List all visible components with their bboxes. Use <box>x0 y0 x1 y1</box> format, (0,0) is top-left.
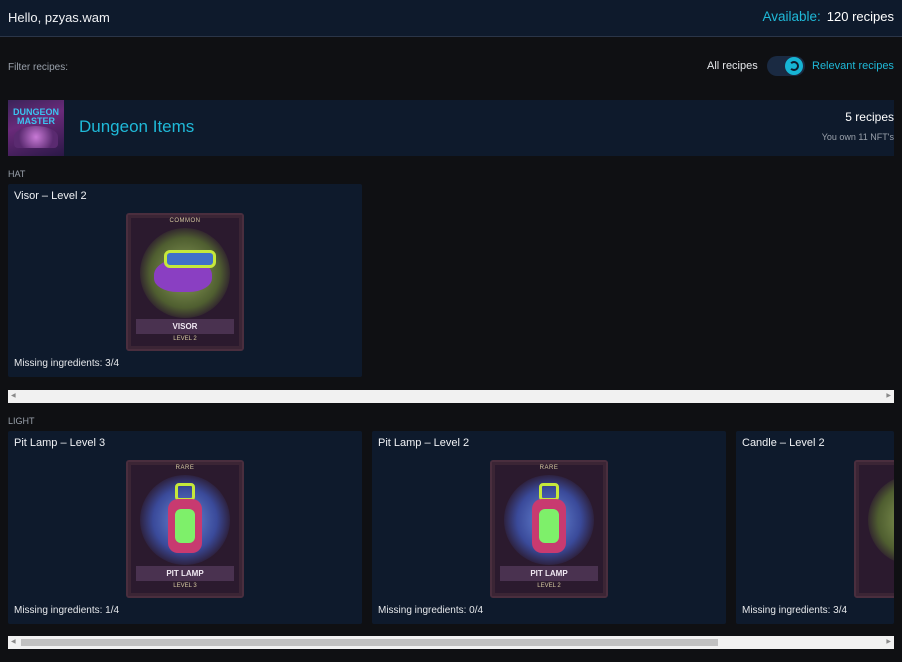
collection-recipe-count: 5 recipes <box>845 110 894 124</box>
recipe-title: Visor – Level 2 <box>14 190 87 202</box>
nft-card-image: COMMON VISOR LEVEL 2 <box>126 213 244 351</box>
nft-name: VISOR <box>136 319 234 334</box>
collection-owned-count: You own 11 NFT's <box>821 132 894 142</box>
nft-card-image: RARE PIT LAMP LEVEL 2 <box>490 460 608 598</box>
recipe-card-pit-lamp-3[interactable]: Pit Lamp – Level 3 RARE PIT LAMP LEVEL 3… <box>8 431 362 624</box>
nft-card-image <box>854 460 894 598</box>
nft-card-image: RARE PIT LAMP LEVEL 3 <box>126 460 244 598</box>
recipe-card-candle[interactable]: Candle – Level 2 Missing ingredients: 3/… <box>736 431 894 624</box>
filter-option-relevant[interactable]: Relevant recipes <box>812 60 894 72</box>
greeting-text: Hello, pzyas.wam <box>8 10 110 25</box>
nft-name: PIT LAMP <box>136 566 234 581</box>
nft-rarity: RARE <box>175 465 195 471</box>
nft-level: LEVEL 2 <box>173 336 197 342</box>
arrow-right-icon[interactable]: ▶ <box>886 393 891 400</box>
arrow-right-icon[interactable]: ▶ <box>886 639 891 646</box>
collection-title: Dungeon Items <box>79 117 195 136</box>
nft-rarity: RARE <box>539 465 559 471</box>
swirl-icon <box>785 57 803 75</box>
filter-toggle[interactable] <box>767 56 805 76</box>
recipe-card-visor[interactable]: Visor – Level 2 COMMON VISOR LEVEL 2 Mis… <box>8 184 362 377</box>
missing-ingredients: Missing ingredients: 3/4 <box>742 605 848 616</box>
available-count: 120 recipes <box>826 9 894 24</box>
scrollbar-thumb[interactable] <box>21 639 718 646</box>
missing-ingredients: Missing ingredients: 1/4 <box>14 605 120 616</box>
recipe-title: Pit Lamp – Level 3 <box>14 437 106 449</box>
visor-art <box>140 228 230 318</box>
collection-thumbnail: DUNGEON MASTER <box>8 100 64 156</box>
nft-name: PIT LAMP <box>500 566 598 581</box>
recipe-title: Candle – Level 2 <box>742 437 825 449</box>
category-label-light: LIGHT <box>8 416 35 426</box>
missing-ingredients: Missing ingredients: 3/4 <box>14 358 120 369</box>
light-scrollbar[interactable]: ◀ ▶ <box>8 636 894 649</box>
category-label-hat: HAT <box>8 169 26 179</box>
nft-level: LEVEL 3 <box>173 583 197 589</box>
nft-rarity: COMMON <box>169 218 201 224</box>
missing-ingredients: Missing ingredients: 0/4 <box>378 605 484 616</box>
available-recipes: Available: 120 recipes <box>762 9 894 24</box>
arrow-left-icon[interactable]: ◀ <box>11 393 16 400</box>
recipe-title: Pit Lamp – Level 2 <box>378 437 470 449</box>
collection-logo-text: DUNGEON MASTER <box>12 107 59 126</box>
nft-level: LEVEL 2 <box>537 583 561 589</box>
lamp-art <box>140 475 230 565</box>
recipe-card-pit-lamp-2[interactable]: Pit Lamp – Level 2 RARE PIT LAMP LEVEL 2… <box>372 431 726 624</box>
top-bar: Hello, pzyas.wam Available: 120 recipes <box>0 0 902 37</box>
available-label: Available: <box>762 9 821 24</box>
filter-option-all[interactable]: All recipes <box>707 60 758 72</box>
hat-scrollbar[interactable]: ◀ ▶ <box>8 390 894 403</box>
candle-art <box>868 475 894 565</box>
filter-label: Filter recipes: <box>8 62 69 73</box>
collection-header[interactable]: DUNGEON MASTER Dungeon Items 5 recipes Y… <box>8 100 894 156</box>
arrow-left-icon[interactable]: ◀ <box>11 639 16 646</box>
filter-row: Filter recipes: All recipes Relevant rec… <box>0 38 902 98</box>
lamp-art <box>504 475 594 565</box>
